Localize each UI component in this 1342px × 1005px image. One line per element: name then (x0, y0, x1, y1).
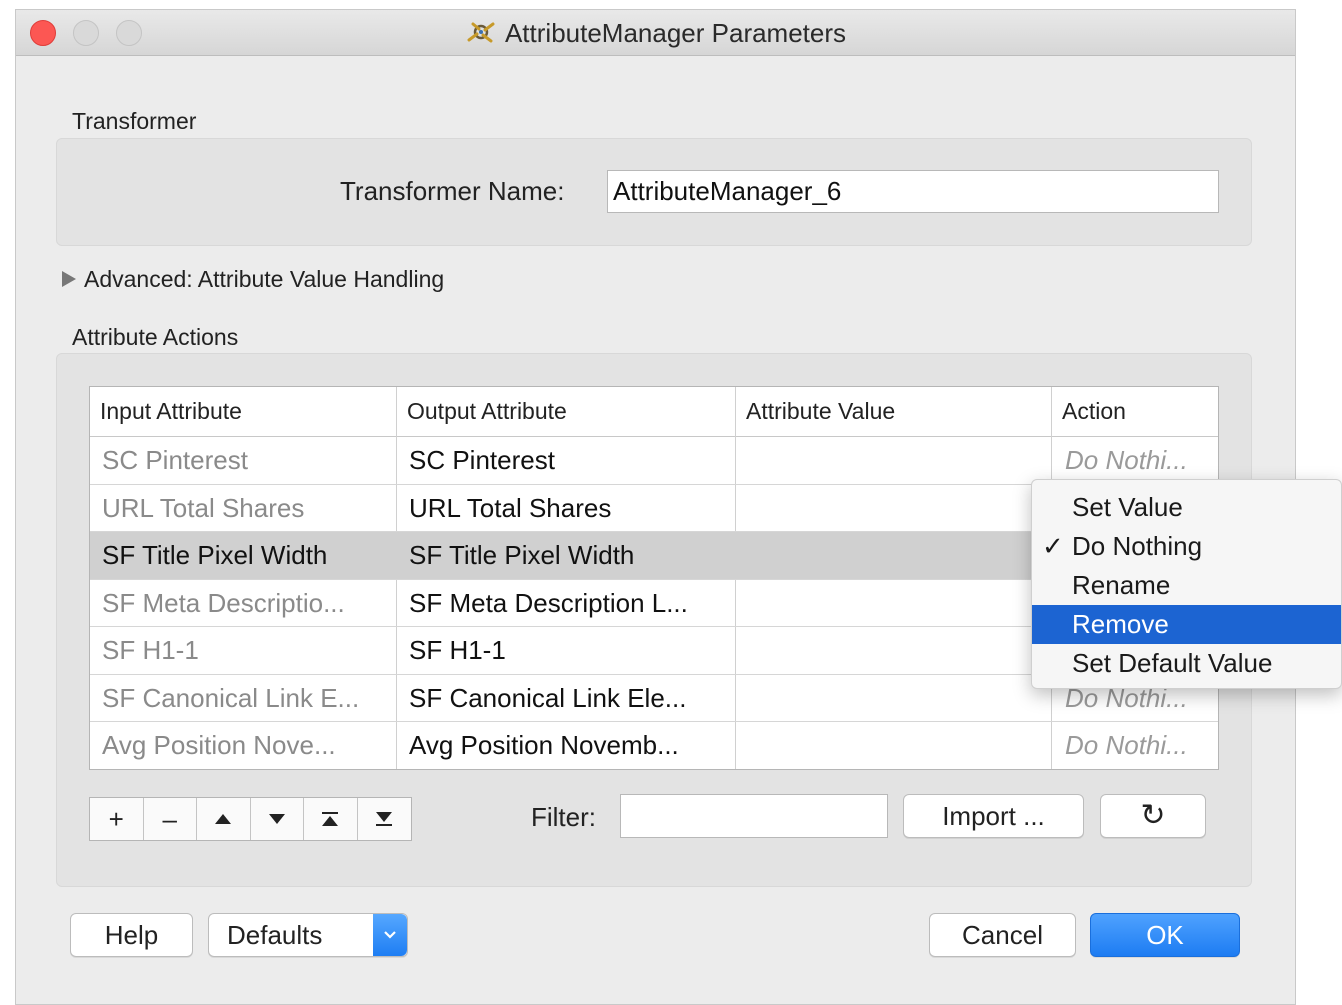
defaults-dropdown[interactable]: Defaults (208, 913, 408, 957)
defaults-label: Defaults (227, 920, 323, 950)
column-header-output-attribute[interactable]: Output Attribute (397, 387, 736, 437)
move-down-button[interactable] (251, 798, 304, 840)
action-cell[interactable]: Do Nothi... (1052, 437, 1218, 484)
table-header: Input Attribute Output Attribute Attribu… (90, 387, 1218, 437)
input-attribute-cell[interactable]: SF Canonical Link E... (90, 674, 397, 721)
output-attribute-cell[interactable]: SF Canonical Link Ele... (397, 674, 736, 721)
filter-input[interactable] (620, 794, 888, 838)
row-toolbar: + – (89, 797, 412, 841)
input-attribute-cell[interactable]: SC Pinterest (90, 437, 397, 484)
window-title-text: AttributeManager Parameters (504, 18, 847, 48)
menu-item-set-value[interactable]: Set Value (1032, 488, 1341, 527)
refresh-icon: ↻ (1140, 799, 1166, 832)
attribute-actions-section-label: Attribute Actions (72, 324, 239, 350)
title-bar: AttributeManager Parameters (16, 10, 1295, 56)
disclosure-triangle-icon (62, 271, 76, 287)
output-attribute-cell[interactable]: Avg Position Novemb... (397, 722, 736, 769)
cancel-button[interactable]: Cancel (929, 913, 1076, 957)
import-button[interactable]: Import ... (903, 794, 1084, 838)
attribute-value-cell[interactable] (736, 579, 1052, 626)
menu-item-do-nothing[interactable]: ✓ Do Nothing (1032, 527, 1341, 566)
input-attribute-cell[interactable]: Avg Position Nove... (90, 722, 397, 769)
input-attribute-cell[interactable]: SF Meta Descriptio... (90, 579, 397, 626)
column-header-input-attribute[interactable]: Input Attribute (90, 387, 397, 437)
attribute-value-cell[interactable] (736, 437, 1052, 484)
attribute-value-cell[interactable] (736, 532, 1052, 579)
output-attribute-cell[interactable]: SF H1-1 (397, 627, 736, 674)
filter-label: Filter: (531, 802, 596, 832)
menu-item-set-default-value[interactable]: Set Default Value (1032, 644, 1341, 683)
attribute-value-cell[interactable] (736, 484, 1052, 531)
transformer-icon (467, 22, 495, 43)
output-attribute-cell[interactable]: URL Total Shares (397, 484, 736, 531)
transformer-section-label: Transformer (72, 108, 197, 134)
add-row-button[interactable]: + (90, 798, 144, 840)
attribute-value-cell[interactable] (736, 627, 1052, 674)
attribute-value-cell[interactable] (736, 674, 1052, 721)
transformer-name-label: Transformer Name: (340, 176, 565, 206)
column-header-attribute-value[interactable]: Attribute Value (736, 387, 1052, 437)
refresh-button[interactable]: ↻ (1100, 794, 1206, 838)
output-attribute-cell[interactable]: SC Pinterest (397, 437, 736, 484)
move-up-button[interactable] (197, 798, 251, 840)
output-attribute-cell[interactable]: SF Meta Description L... (397, 579, 736, 626)
move-up-icon (215, 814, 232, 824)
table-row[interactable]: Avg Position Nove... Avg Position Novemb… (90, 722, 1218, 769)
menu-item-rename[interactable]: Rename (1032, 566, 1341, 605)
checkmark-icon: ✓ (1042, 531, 1064, 561)
ok-button[interactable]: OK (1090, 913, 1240, 957)
advanced-disclosure[interactable]: Advanced: Attribute Value Handling (62, 266, 444, 293)
advanced-label: Advanced: Attribute Value Handling (84, 266, 445, 292)
action-cell[interactable]: Do Nothi... (1052, 722, 1218, 769)
move-to-top-button[interactable] (304, 798, 358, 840)
move-down-icon (268, 814, 285, 824)
menu-item-do-nothing-label: Do Nothing (1072, 531, 1203, 561)
chevron-down-icon[interactable] (373, 914, 407, 956)
transformer-name-input[interactable]: AttributeManager_6 (607, 170, 1219, 213)
column-header-action[interactable]: Action (1052, 387, 1218, 437)
action-popup-menu: Set Value ✓ Do Nothing Rename Remove Set … (1031, 479, 1342, 689)
menu-item-remove[interactable]: Remove (1032, 605, 1341, 644)
output-attribute-cell[interactable]: SF Title Pixel Width (397, 532, 736, 579)
attribute-value-cell[interactable] (736, 722, 1052, 769)
input-attribute-cell[interactable]: URL Total Shares (90, 484, 397, 531)
table-row[interactable]: SC Pinterest SC Pinterest Do Nothi... (90, 437, 1218, 485)
move-to-bottom-icon (376, 812, 393, 826)
move-to-bottom-button[interactable] (358, 798, 412, 840)
remove-row-button[interactable]: – (144, 798, 197, 840)
window-title: AttributeManager Parameters (16, 18, 1295, 49)
help-button[interactable]: Help (70, 913, 193, 957)
input-attribute-cell[interactable]: SF Title Pixel Width (90, 532, 397, 579)
input-attribute-cell[interactable]: SF H1-1 (90, 627, 397, 674)
move-to-top-icon (322, 812, 339, 826)
